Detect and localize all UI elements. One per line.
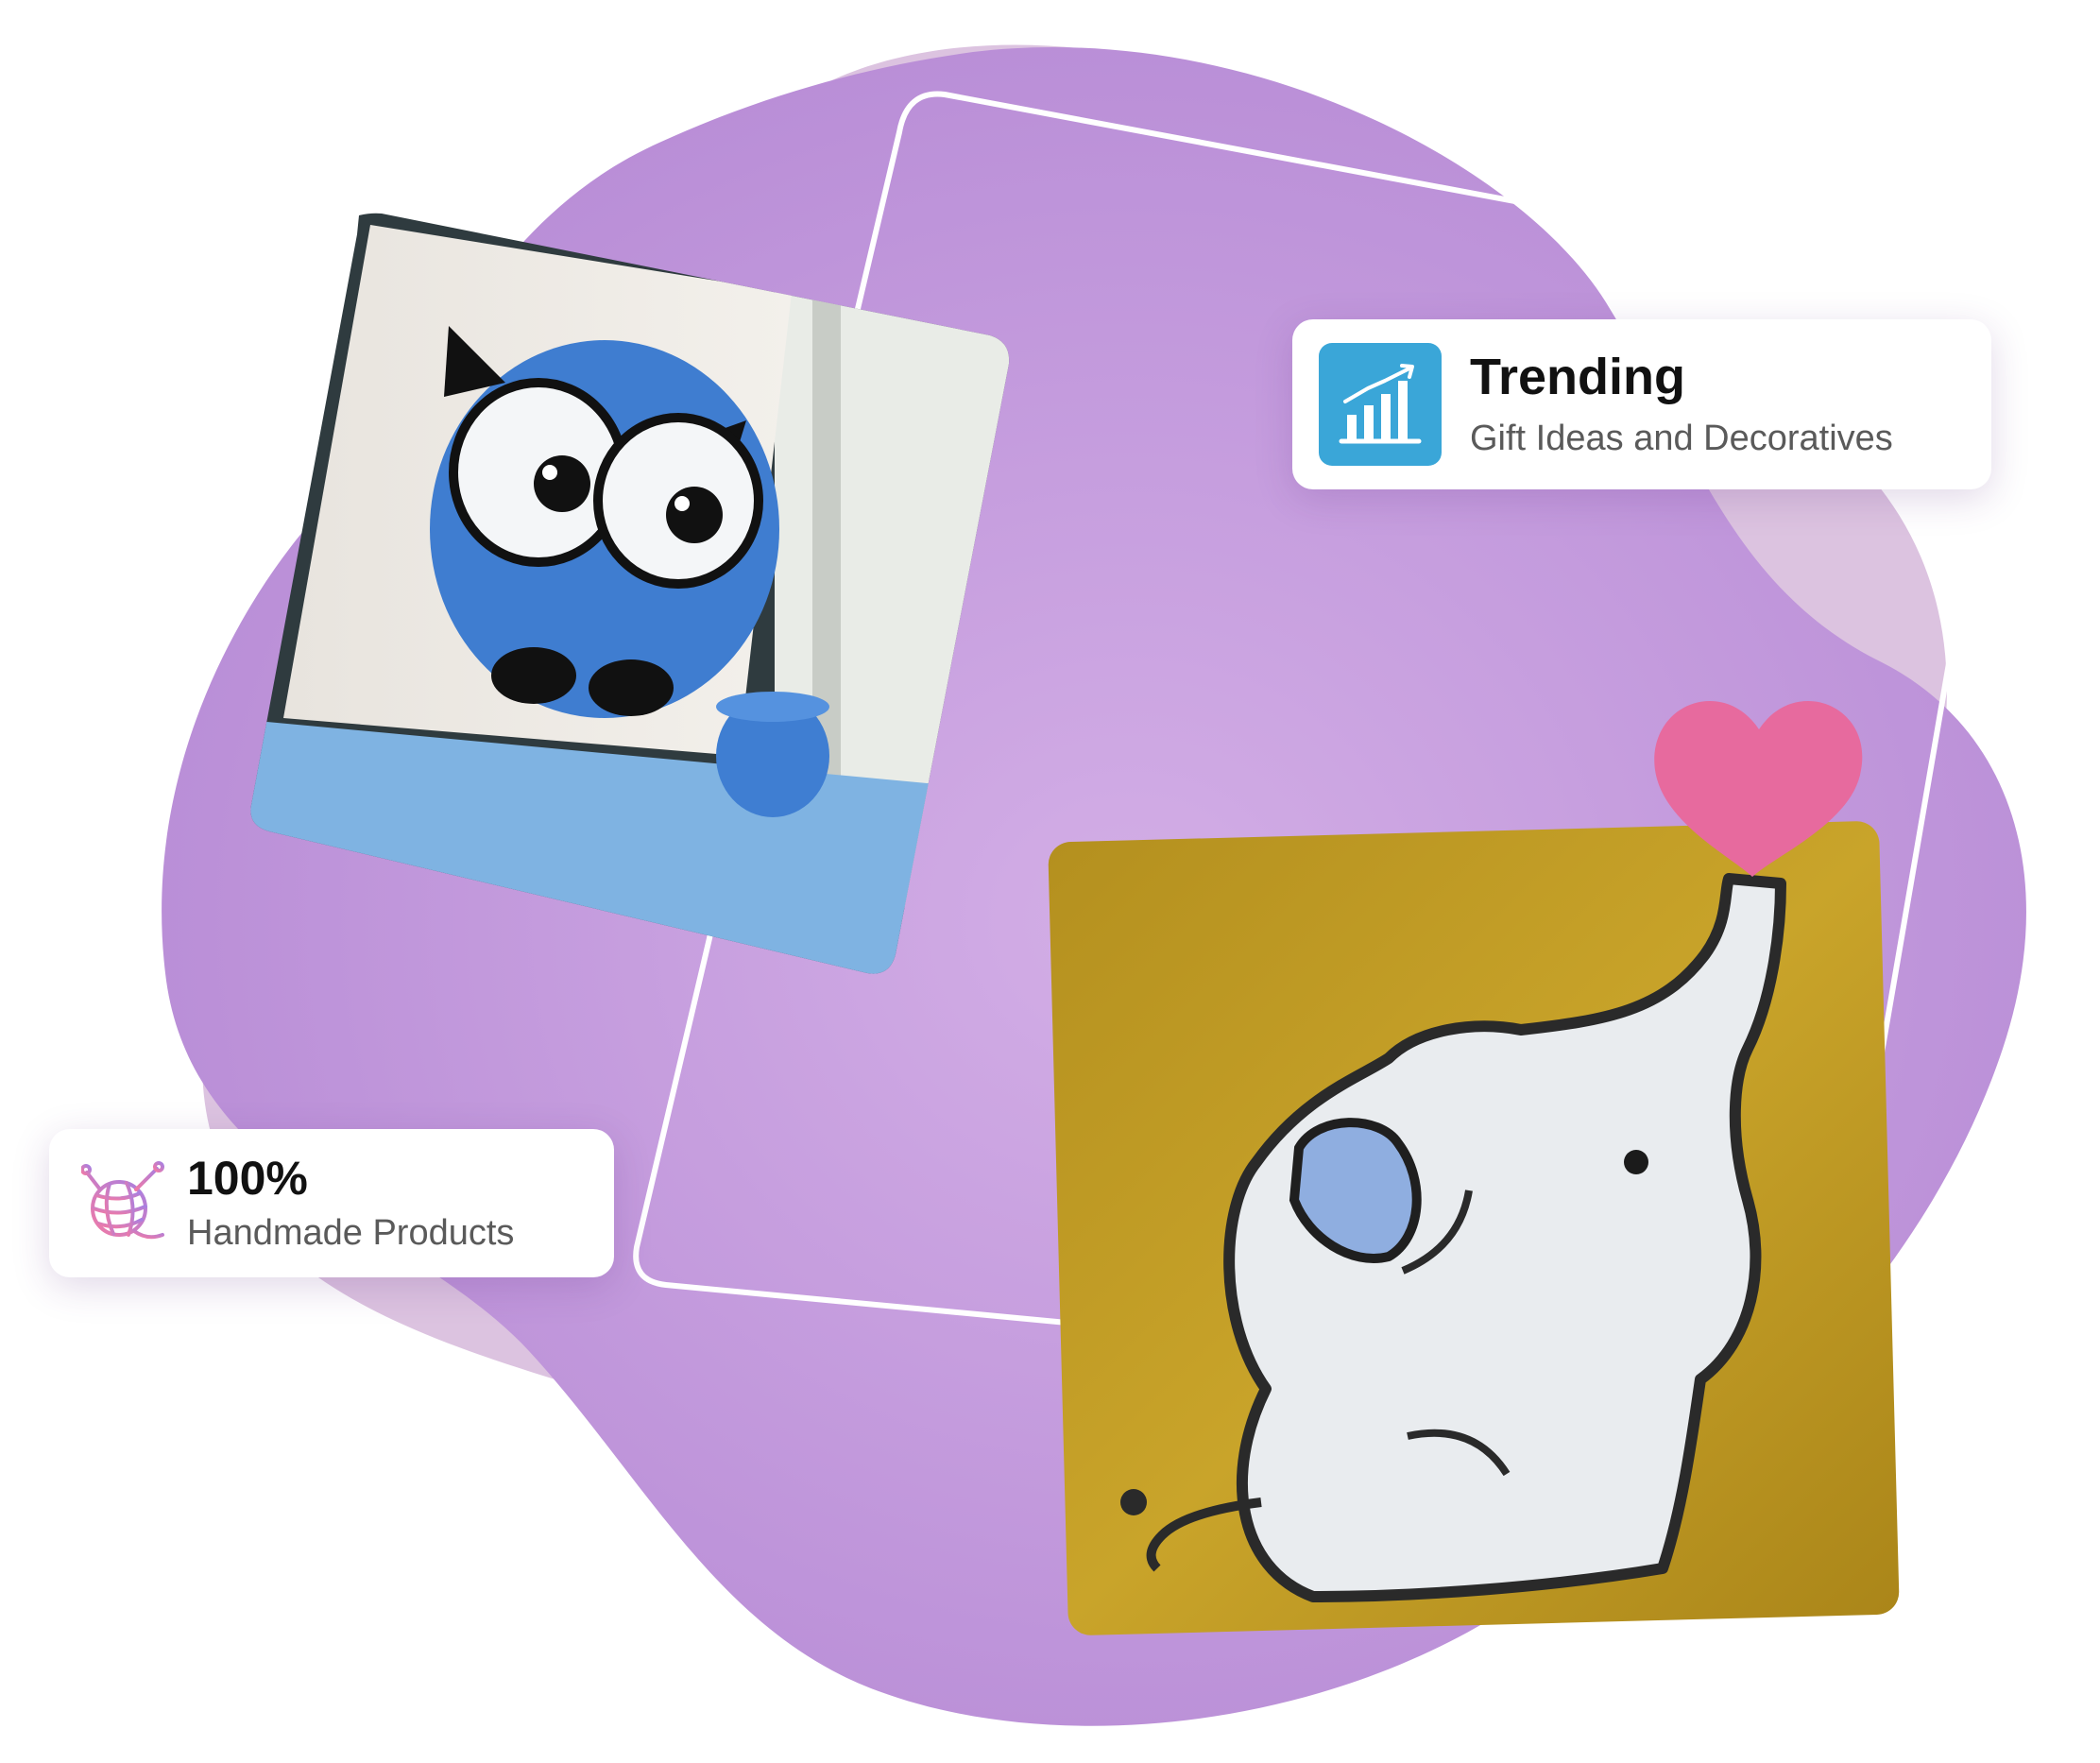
bar-chart-growth-icon	[1319, 343, 1442, 466]
handmade-title: 100%	[187, 1152, 308, 1206]
handmade-card: 100% Handmade Products	[49, 1129, 614, 1277]
hero-illustration: Trending Gift Ideas and Decoratives 100%…	[0, 0, 2100, 1763]
handmade-card-text: 100% Handmade Products	[187, 1153, 514, 1254]
yarn-ball-icon	[81, 1160, 166, 1246]
background-graphics	[162, 44, 2026, 1726]
trending-subtitle: Gift Ideas and Decoratives	[1470, 418, 1893, 458]
handmade-subtitle: Handmade Products	[187, 1213, 515, 1254]
trending-card-text: Trending Gift Ideas and Decoratives	[1470, 350, 1893, 458]
trending-title: Trending	[1470, 349, 1685, 406]
elephant-string-art-photo	[1048, 820, 1900, 1636]
trending-card: Trending Gift Ideas and Decoratives	[1292, 319, 1991, 489]
